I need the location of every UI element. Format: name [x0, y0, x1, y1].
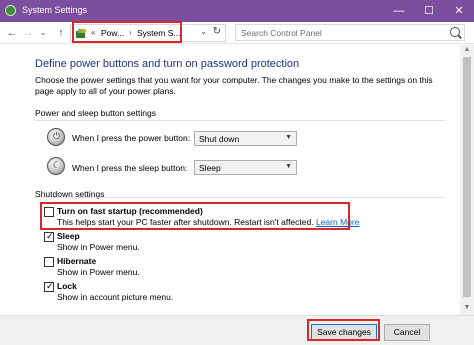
close-button[interactable]: ✕ — [444, 0, 474, 22]
minimize-button[interactable]: — — [384, 0, 414, 22]
power-group-title: Power and sleep button settings — [35, 108, 156, 118]
sleep-description: Show in Power menu. — [57, 242, 140, 252]
scroll-down-icon[interactable]: ▼ — [462, 304, 472, 314]
power-button-select[interactable]: Shut down ▼ — [194, 131, 297, 146]
divider — [35, 120, 445, 121]
search-icon[interactable] — [450, 27, 460, 37]
app-icon — [5, 5, 16, 16]
hibernate-checkbox[interactable] — [44, 257, 54, 267]
sleep-button-label: When I press the sleep button: — [72, 163, 188, 173]
hibernate-description: Show in Power menu. — [57, 267, 140, 277]
main-content: Define power buttons and turn on passwor… — [0, 45, 460, 315]
sleep-button-value: Sleep — [199, 163, 221, 173]
power-icon: ⏻ — [47, 128, 65, 146]
address-highlight-box — [72, 21, 182, 43]
up-arrow-icon[interactable]: ↑ — [54, 25, 68, 41]
vertical-scrollbar[interactable]: ▲ ▼ — [460, 45, 474, 315]
hibernate-label[interactable]: Hibernate — [57, 256, 96, 266]
search-input[interactable]: Search Control Panel — [235, 24, 465, 41]
title-bar: System Settings — ☐ ✕ — [0, 0, 474, 22]
forward-arrow-icon[interactable]: → — [21, 25, 35, 41]
sleep-button-select[interactable]: Sleep ▼ — [194, 160, 297, 175]
lock-description: Show in account picture menu. — [57, 292, 174, 302]
cancel-button[interactable]: Cancel — [384, 324, 430, 341]
power-button-label: When I press the power button: — [72, 133, 191, 143]
recent-locations-icon[interactable]: ⌄ — [36, 25, 50, 41]
search-placeholder: Search Control Panel — [241, 28, 322, 38]
sleep-checkbox[interactable] — [44, 231, 54, 242]
page-description: Choose the power settings that you want … — [35, 75, 433, 96]
divider — [35, 197, 445, 198]
footer-bar: Save changes Cancel — [0, 315, 474, 345]
address-dropdown-icon[interactable]: ⌄ — [200, 27, 207, 36]
page-heading: Define power buttons and turn on passwor… — [35, 58, 300, 70]
chevron-down-icon: ▼ — [285, 134, 292, 141]
sleep-label[interactable]: Sleep — [57, 231, 80, 241]
back-arrow-icon[interactable]: ← — [5, 25, 19, 41]
moon-icon: ☾ — [47, 157, 65, 175]
lock-label[interactable]: Lock — [57, 281, 77, 291]
save-highlight-box — [307, 319, 380, 341]
lock-checkbox[interactable] — [44, 281, 54, 292]
window-title: System Settings — [22, 5, 88, 15]
chevron-down-icon: ▼ — [285, 163, 292, 170]
scrollbar-thumb[interactable] — [463, 57, 471, 297]
refresh-icon[interactable]: ↻ — [213, 26, 221, 37]
fast-startup-highlight-box — [40, 202, 350, 230]
scroll-up-icon[interactable]: ▲ — [462, 46, 472, 56]
power-button-value: Shut down — [199, 134, 240, 144]
maximize-button[interactable]: ☐ — [414, 0, 444, 22]
